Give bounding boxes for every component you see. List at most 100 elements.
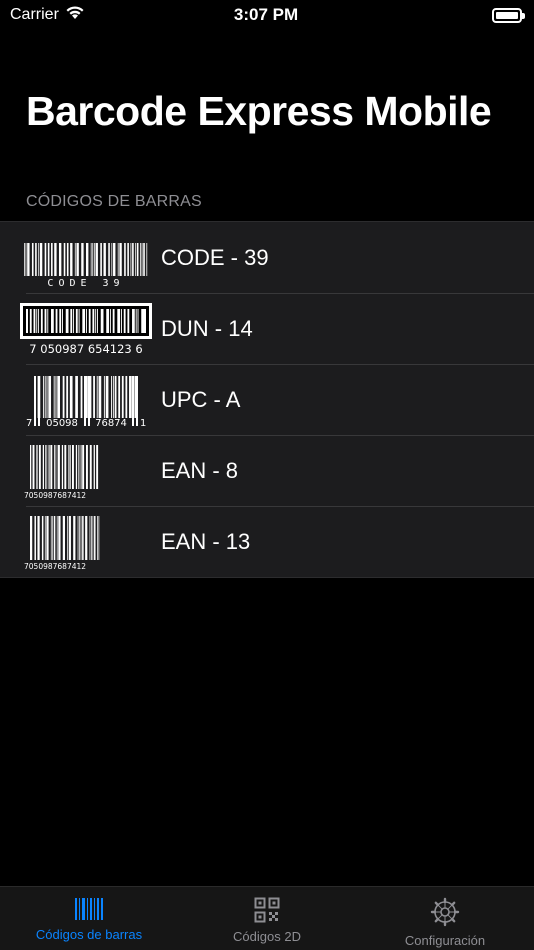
barcode-bar (86, 309, 89, 333)
barcode-bar (119, 243, 122, 276)
barcode-bar (39, 309, 41, 333)
barcode-bar (47, 445, 49, 489)
barcode-bar (68, 445, 69, 489)
barcode-bar (97, 516, 98, 560)
barcode-bar (35, 243, 37, 276)
barcode-row-code39[interactable]: CODE 39 CODE - 39 (0, 222, 534, 293)
upca-thumb-text-mid1: 05098 (46, 418, 78, 429)
barcode-bar (79, 445, 81, 489)
barcode-bar (42, 376, 44, 418)
barcode-bar (72, 445, 74, 489)
barcode-list: CODE 39 CODE - 39 7 050987 654123 6 DUN … (0, 221, 534, 578)
barcode-bar (134, 309, 136, 333)
gear-spoke (437, 904, 443, 910)
barcode-bar (37, 309, 39, 333)
barcode-bar (58, 243, 62, 276)
barcode-bar (61, 445, 64, 489)
barcode-bar (85, 309, 86, 333)
barcode-bar (132, 243, 134, 276)
barcode-bar (25, 243, 27, 276)
code39-thumbnail: CODE 39 (24, 243, 148, 287)
barcode-bar (93, 445, 95, 489)
barcode-bar (24, 243, 25, 276)
barcode-bar (96, 309, 98, 333)
barcode-bar (48, 309, 52, 333)
barcode-bar (48, 376, 52, 418)
barcode-bar (80, 376, 83, 418)
battery-fill (496, 11, 518, 19)
barcode-bar (89, 445, 92, 489)
barcode-bar (143, 243, 145, 276)
upca-thumb-text-mid2: 76874 (95, 418, 127, 429)
tab-settings[interactable]: Configuración (356, 887, 534, 950)
barcode-bar (90, 243, 92, 276)
barcode-bar (125, 376, 128, 418)
barcode-bar (118, 376, 121, 418)
barcode-bar (73, 516, 76, 560)
barcode-bar (57, 309, 60, 333)
barcode-bar (28, 309, 30, 333)
barcode-bar (130, 243, 132, 276)
barcode-bar (45, 445, 47, 489)
barcode-row-ean13[interactable]: 7050987687412 EAN - 13 (0, 506, 534, 577)
tab-2d-codes[interactable]: Códigos 2D (178, 887, 356, 950)
barcode-bar (121, 376, 124, 418)
upca-thumbnail: 7 05098 76874 1 (26, 376, 146, 429)
barcode-bar (51, 243, 53, 276)
barcode-bar (56, 516, 58, 560)
barcode-icon (75, 898, 103, 920)
barcode-bar (86, 445, 88, 489)
barcode-bar (30, 516, 33, 560)
barcode-bar (112, 376, 114, 418)
barcode-bar (82, 445, 85, 489)
barcode-bar (136, 309, 138, 333)
barcode-bar (44, 376, 46, 418)
barcode-bar (78, 445, 79, 489)
barcode-bar (74, 243, 76, 276)
barcode-bar (49, 445, 50, 489)
barcode-bar (69, 445, 71, 489)
barcode-row-ean8[interactable]: 7050987687412 EAN - 8 (0, 435, 534, 506)
barcode-bar (100, 243, 102, 276)
barcode-bar (98, 516, 100, 560)
barcode-bar (75, 376, 78, 418)
barcode-row-dun14[interactable]: 7 050987 654123 6 DUN - 14 (0, 293, 534, 364)
barcode-bar (46, 309, 48, 333)
barcode-bar (82, 516, 84, 560)
barcode-bar (94, 309, 96, 333)
barcode-row-upca[interactable]: 7 05098 76874 1 UPC - A (0, 364, 534, 435)
barcode-bar (53, 516, 56, 560)
barcode-bar (46, 516, 49, 560)
barcode-bar (66, 243, 69, 276)
barcode-bar (74, 309, 76, 333)
barcode-bar (111, 376, 112, 418)
gear-tooth (450, 917, 456, 923)
barcode-bar (96, 376, 98, 418)
barcode-bar (94, 516, 96, 560)
barcode-bar (62, 516, 65, 560)
barcode-bar (146, 243, 148, 276)
barcode-bar (41, 516, 44, 560)
tab-barcodes[interactable]: Códigos de barras (0, 887, 178, 950)
barcode-bar (79, 309, 83, 333)
barcode-bar (53, 376, 55, 418)
barcode-bar (57, 376, 60, 418)
barcode-bar (66, 376, 69, 418)
barcode-bar (129, 309, 133, 333)
barcode-bar (97, 309, 101, 333)
barcode-bar (50, 516, 52, 560)
status-bar: Carrier 3:07 PM (0, 0, 534, 30)
barcode-bar (52, 516, 54, 560)
barcode-bar (95, 243, 98, 276)
barcode-bar (38, 243, 40, 276)
dun14-thumbnail: 7 050987 654123 6 (20, 303, 152, 356)
barcode-bar (98, 376, 102, 418)
barcode-bar (27, 243, 30, 276)
barcode-bar (129, 376, 132, 418)
tab-settings-label: Configuración (404, 933, 486, 948)
code39-thumb-text: CODE 39 (47, 278, 124, 287)
barcode-bar (134, 376, 137, 418)
barcode-bar (34, 516, 36, 560)
barcode-bar (54, 445, 56, 489)
screen: Carrier 3:07 PM Barcode Express Mobile C… (0, 0, 534, 950)
